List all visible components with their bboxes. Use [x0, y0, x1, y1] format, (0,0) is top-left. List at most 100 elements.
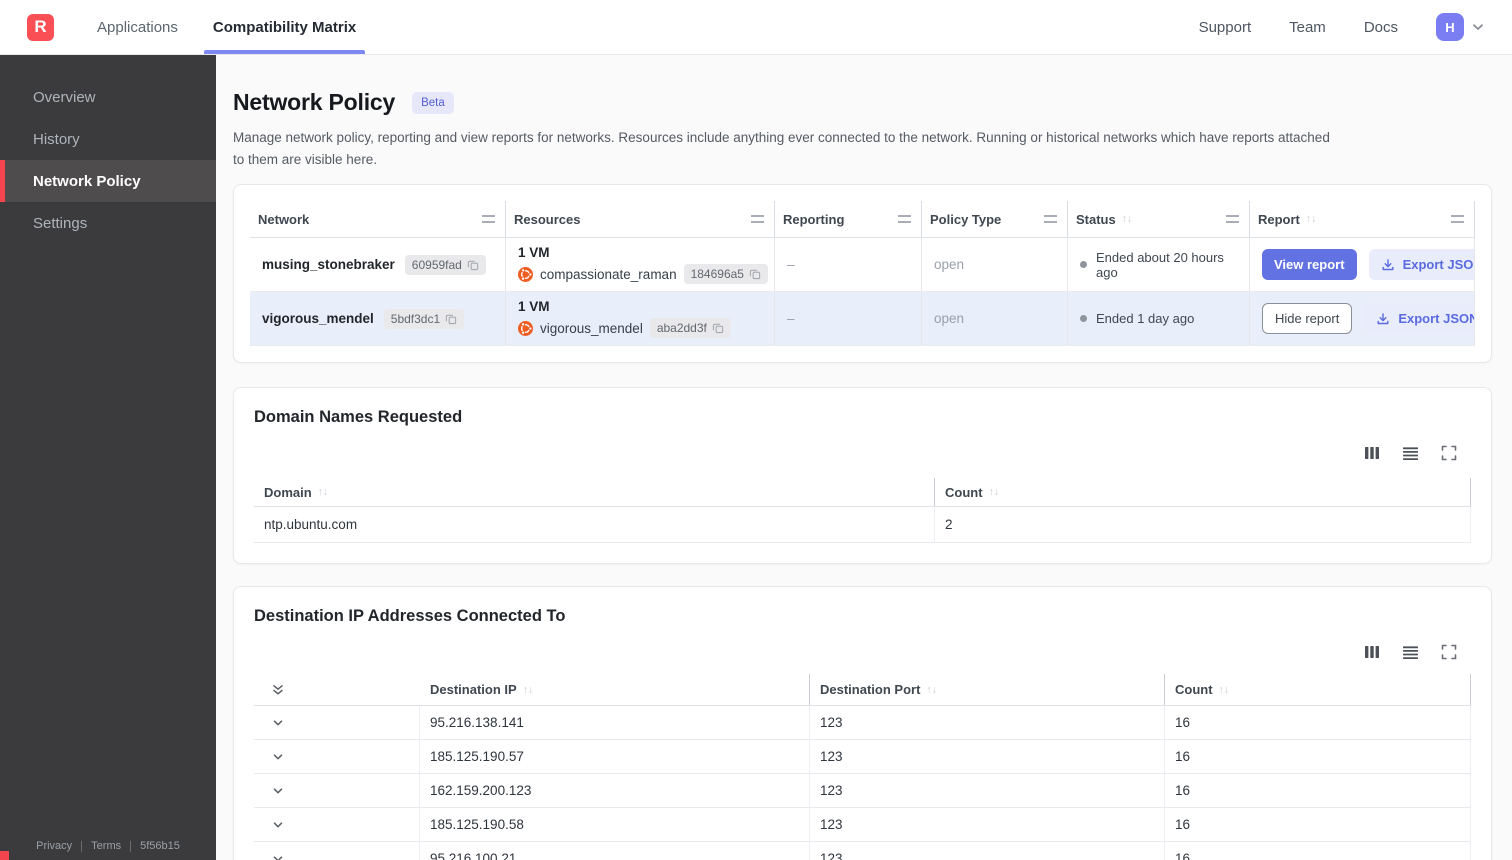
resource-id: 184696a5	[690, 267, 744, 282]
export-label: Export JSON	[1402, 257, 1475, 273]
status-text: Ended 1 day ago	[1096, 311, 1195, 327]
column-header-count[interactable]: Count	[1165, 674, 1471, 706]
row-expand-icon[interactable]	[271, 818, 285, 832]
network-name: vigorous_mendel	[262, 311, 374, 327]
column-drag-handle-icon[interactable]	[751, 215, 764, 224]
column-header-destination-port[interactable]: Destination Port	[810, 674, 1165, 706]
table-toolbar	[254, 644, 1471, 660]
expand-all-header	[254, 674, 420, 705]
column-header-status[interactable]: Status	[1068, 201, 1250, 238]
footer-divider	[81, 840, 83, 852]
export-json-button[interactable]: Export JSON	[1368, 249, 1475, 281]
list-view-icon[interactable]	[1402, 445, 1419, 461]
destination-ip-cell: 185.125.190.57	[420, 740, 810, 774]
column-drag-handle-icon[interactable]	[1226, 215, 1239, 224]
policy-type-cell: open	[922, 238, 1068, 292]
ubuntu-icon	[518, 320, 533, 336]
column-drag-handle-icon[interactable]	[1044, 215, 1057, 224]
fullscreen-icon[interactable]	[1441, 644, 1457, 660]
row-expand-icon[interactable]	[271, 716, 285, 730]
domain-cell: ntp.ubuntu.com	[254, 507, 935, 543]
fullscreen-icon[interactable]	[1441, 445, 1457, 461]
sidebar-footer: Privacy Terms 5f56b15	[0, 840, 216, 852]
sort-icon[interactable]	[523, 684, 534, 696]
resource-name[interactable]: compassionate_raman	[540, 267, 677, 282]
resource-name[interactable]: vigorous_mendel	[540, 321, 643, 336]
column-header-network[interactable]: Network	[250, 201, 506, 238]
resource-id-badge[interactable]: aba2dd3f	[649, 318, 731, 339]
destination-ip-cell: 95.216.138.141	[420, 706, 810, 740]
download-icon	[1377, 312, 1389, 324]
destination-port-cell: 123	[810, 706, 1165, 740]
count-cell: 16	[1165, 842, 1471, 860]
list-view-icon[interactable]	[1402, 644, 1419, 660]
beta-badge: Beta	[412, 91, 454, 114]
domain-names-card: Domain Names Requested Domain Count nt	[233, 387, 1492, 565]
nav-link-support[interactable]: Support	[1199, 19, 1252, 36]
top-navigation-bar: R Applications Compatibility Matrix Supp…	[0, 0, 1512, 55]
resources-summary: 1 VM	[518, 245, 550, 261]
nav-item-applications[interactable]: Applications	[88, 0, 187, 54]
column-label: Network	[258, 211, 310, 227]
column-header-report[interactable]: Report	[1250, 201, 1475, 238]
build-version: 5f56b15	[140, 840, 180, 852]
user-menu-chevron-icon[interactable]	[1470, 19, 1486, 35]
footer-divider	[130, 840, 132, 852]
nav-link-team[interactable]: Team	[1289, 19, 1326, 36]
copy-icon	[467, 260, 479, 270]
nav-item-compatibility-matrix[interactable]: Compatibility Matrix	[203, 0, 366, 54]
resource-id: aba2dd3f	[656, 321, 707, 336]
view-report-button[interactable]: View report	[1262, 249, 1357, 281]
hide-report-button[interactable]: Hide report	[1262, 303, 1353, 335]
resources-summary: 1 VM	[518, 299, 550, 315]
status-dot-icon	[1080, 315, 1087, 323]
sidebar-item-overview[interactable]: Overview	[0, 76, 216, 118]
corner-accent	[0, 851, 9, 860]
column-label: Domain	[264, 484, 312, 500]
destination-table-row: 185.125.190.58 123 16	[254, 808, 1471, 843]
column-header-destination-ip[interactable]: Destination IP	[420, 674, 810, 706]
column-header-resources[interactable]: Resources	[506, 201, 775, 238]
report-cell: Hide report Export JSON	[1250, 292, 1475, 346]
network-id: 5bdf3dc1	[390, 311, 441, 326]
column-drag-handle-icon[interactable]	[1451, 215, 1464, 224]
main-content: Network Policy Beta Manage network polic…	[216, 55, 1512, 860]
sort-icon[interactable]	[1306, 213, 1317, 225]
destination-table-header: Destination IP Destination Port Count	[254, 674, 1471, 707]
row-expand-icon[interactable]	[271, 852, 285, 860]
sidebar-item-history[interactable]: History	[0, 118, 216, 160]
sort-icon[interactable]	[1122, 213, 1133, 225]
column-header-policy-type[interactable]: Policy Type	[922, 201, 1068, 238]
column-drag-handle-icon[interactable]	[898, 215, 911, 224]
domain-table-row: ntp.ubuntu.com 2	[254, 507, 1471, 544]
app-logo[interactable]: R	[27, 13, 54, 41]
column-header-reporting[interactable]: Reporting	[775, 201, 922, 238]
page-header: Network Policy Beta	[233, 89, 1492, 116]
network-id-badge[interactable]: 60959fad	[404, 254, 486, 275]
sidebar-item-settings[interactable]: Settings	[0, 202, 216, 244]
ubuntu-icon	[518, 266, 533, 282]
column-drag-handle-icon[interactable]	[482, 215, 495, 224]
nav-link-docs[interactable]: Docs	[1364, 19, 1398, 36]
columns-view-icon[interactable]	[1364, 445, 1380, 461]
network-id: 60959fad	[411, 257, 462, 272]
resource-id-badge[interactable]: 184696a5	[683, 264, 768, 285]
row-expand-icon[interactable]	[271, 750, 285, 764]
sort-icon[interactable]	[926, 684, 937, 696]
columns-view-icon[interactable]	[1364, 644, 1380, 660]
column-header-count[interactable]: Count	[935, 478, 1471, 507]
sidebar-item-network-policy[interactable]: Network Policy	[0, 160, 216, 202]
row-expand-icon[interactable]	[271, 784, 285, 798]
sort-icon[interactable]	[989, 486, 1000, 498]
sort-icon[interactable]	[1219, 684, 1230, 696]
column-header-domain[interactable]: Domain	[254, 478, 935, 507]
reporting-cell: –	[775, 292, 922, 346]
network-cell: musing_stonebraker 60959fad	[250, 238, 506, 292]
network-id-badge[interactable]: 5bdf3dc1	[383, 308, 465, 329]
export-json-button[interactable]: Export JSON	[1364, 303, 1474, 335]
expand-all-icon[interactable]	[271, 683, 285, 697]
privacy-link[interactable]: Privacy	[36, 840, 72, 852]
user-avatar[interactable]: H	[1436, 13, 1464, 41]
sort-icon[interactable]	[318, 486, 329, 498]
terms-link[interactable]: Terms	[91, 840, 121, 852]
